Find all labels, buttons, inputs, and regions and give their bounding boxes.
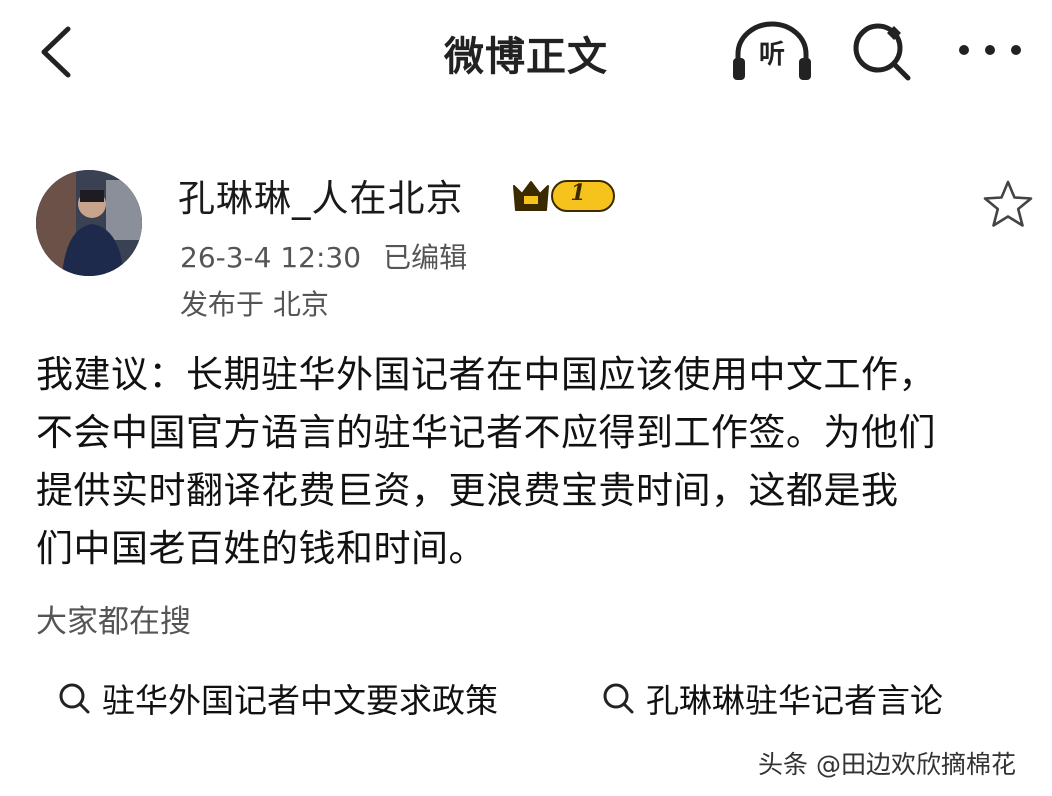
favorite-button[interactable] xyxy=(982,178,1034,230)
watermark: 头条 @田边欢欣摘棉花 xyxy=(758,750,1016,779)
more-dots-icon xyxy=(959,45,1021,55)
listen-label: 听 xyxy=(758,40,785,70)
trending-title: 大家都在搜 xyxy=(36,604,191,640)
avatar[interactable] xyxy=(36,170,142,276)
search-icon xyxy=(853,23,911,81)
post-location: 发布于 北京 xyxy=(180,288,329,321)
vip-level: 1 xyxy=(570,180,586,206)
more-button[interactable] xyxy=(952,22,1028,78)
edited-label: 已编辑 xyxy=(383,241,468,274)
trending-search-item[interactable]: 孔琳琳驻华记者言论 xyxy=(600,674,943,722)
search-icon xyxy=(603,683,634,714)
star-outline-icon xyxy=(983,180,1033,227)
post-body: 我建议：长期驻华外国记者在中国应该使用中文工作， 不会中国官方语言的驻华记者不应… xyxy=(36,346,1026,578)
top-nav-bar: 微博正文 听 xyxy=(0,0,1052,105)
post-body-line: 们中国老百姓的钱和时间。 xyxy=(36,527,486,570)
author-name[interactable]: 孔琳琳_人在北京 xyxy=(178,168,464,222)
post-meta: 26-3-4 12:30 已编辑 xyxy=(180,236,467,276)
trending-search-label: 孔琳琳驻华记者言论 xyxy=(646,681,943,720)
post-body-line: 提供实时翻译花费巨资，更浪费宝贵时间，这都是我 xyxy=(36,469,899,512)
vip-badge-icon xyxy=(513,180,615,212)
listen-button[interactable]: 听 xyxy=(728,18,816,84)
trending-search-item[interactable]: 驻华外国记者中文要求政策 xyxy=(56,674,498,722)
post-body-line: 我建议：长期驻华外国记者在中国应该使用中文工作， xyxy=(36,353,936,396)
avatar-image xyxy=(36,170,142,276)
search-button[interactable] xyxy=(848,18,918,84)
post-body-line: 不会中国官方语言的驻华记者不应得到工作签。为他们 xyxy=(36,411,936,454)
post-timestamp: 26-3-4 12:30 xyxy=(180,241,362,274)
trending-search-label: 驻华外国记者中文要求政策 xyxy=(102,681,498,720)
search-icon xyxy=(59,683,90,714)
